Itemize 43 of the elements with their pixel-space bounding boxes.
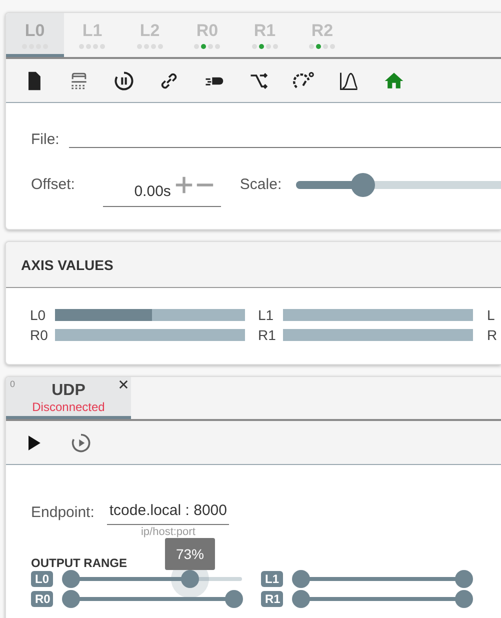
section-title: OUTPUT RANGE bbox=[31, 556, 128, 570]
range-slider[interactable] bbox=[62, 590, 243, 608]
slider-thumb[interactable] bbox=[225, 590, 243, 608]
slider-thumb[interactable] bbox=[292, 570, 310, 588]
slider-thumb[interactable] bbox=[180, 570, 199, 588]
slider-thumb[interactable] bbox=[62, 570, 80, 588]
axis-label: L1 bbox=[258, 307, 275, 323]
field-hint: ip/host:port bbox=[140, 526, 196, 538]
endpoint-label: Endpoint: bbox=[31, 504, 94, 521]
endpoint-field[interactable]: tcode.local : 8000 bbox=[107, 498, 229, 525]
value-tooltip: 73% bbox=[164, 538, 215, 570]
slider-thumb[interactable] bbox=[351, 172, 376, 196]
device-tab[interactable]: 0 UDP Disconnected bbox=[6, 377, 131, 419]
slider-thumb[interactable] bbox=[292, 590, 310, 608]
axis-chip: L1 bbox=[261, 571, 283, 587]
axis-chip: L0 bbox=[31, 571, 53, 587]
replay-circle-icon[interactable] bbox=[70, 432, 92, 454]
axis-label: R1 bbox=[258, 327, 277, 343]
slider-thumb[interactable] bbox=[62, 590, 80, 608]
close-icon[interactable] bbox=[119, 380, 128, 389]
connection-status: Disconnected bbox=[32, 400, 105, 414]
file-label: File: bbox=[31, 131, 60, 148]
axis-tab[interactable]: L0 bbox=[6, 13, 64, 57]
slider-thumb[interactable] bbox=[455, 590, 473, 608]
slider-thumb[interactable] bbox=[455, 570, 473, 588]
scale-slider[interactable] bbox=[296, 172, 501, 196]
axis-label: R bbox=[487, 327, 498, 343]
device-name: UDP bbox=[52, 382, 86, 400]
axis-chip: R1 bbox=[261, 591, 283, 607]
range-slider[interactable] bbox=[292, 590, 473, 608]
offset-label: Offset: bbox=[31, 176, 75, 193]
tab-index: 0 bbox=[10, 379, 16, 389]
plus-icon[interactable] bbox=[174, 176, 193, 194]
scale-label: Scale: bbox=[240, 176, 282, 193]
offset-field[interactable]: 0.00s bbox=[102, 176, 221, 206]
range-slider[interactable] bbox=[62, 570, 243, 588]
axis-chip: R0 bbox=[31, 591, 53, 607]
section-title: AXIS VALUES bbox=[21, 256, 114, 272]
pause-circle-icon[interactable] bbox=[113, 70, 135, 92]
axis-label: L0 bbox=[30, 307, 47, 323]
axis-label: L bbox=[487, 307, 496, 323]
range-slider[interactable] bbox=[292, 570, 473, 588]
axis-label: R0 bbox=[30, 327, 49, 343]
